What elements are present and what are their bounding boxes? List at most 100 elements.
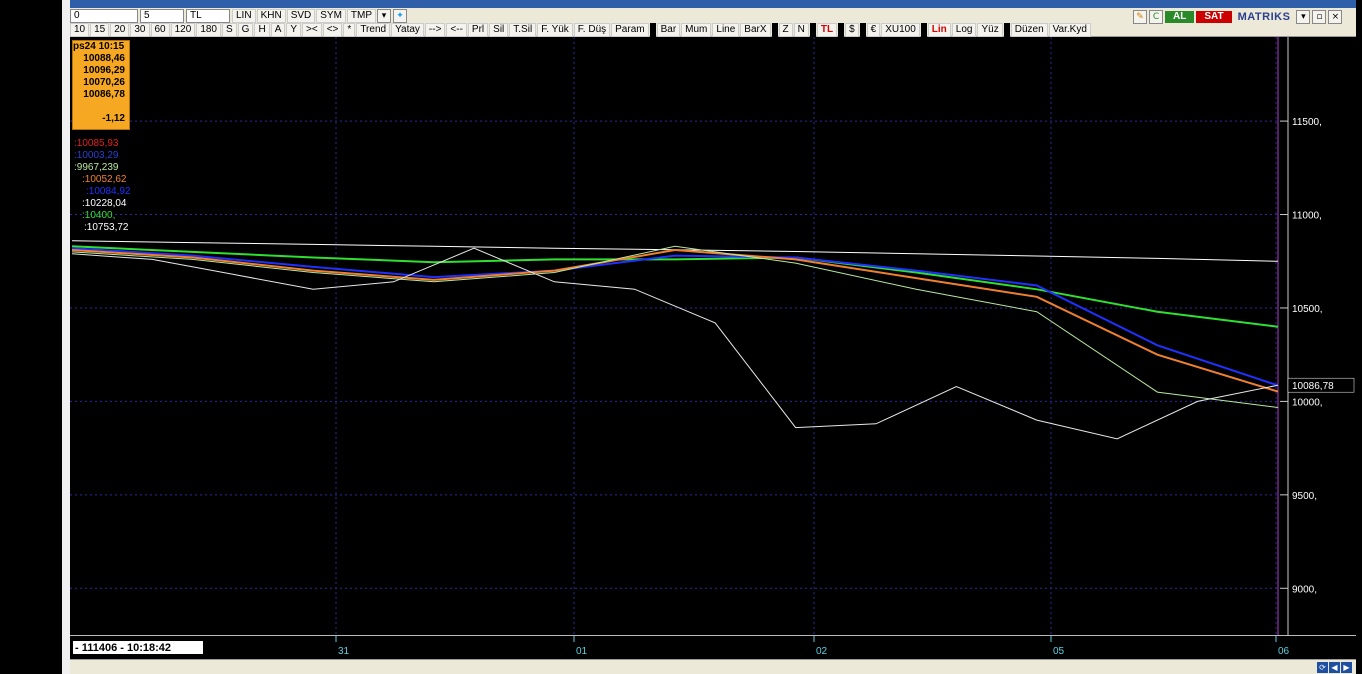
period-y[interactable]: Y [286, 22, 302, 37]
close-icon[interactable]: × [1328, 9, 1343, 24]
window-frame [62, 0, 70, 674]
tool-delete-all[interactable]: T.Sil [509, 22, 537, 37]
tool-zoom-out[interactable]: <> [322, 22, 343, 37]
series-line-3 [71, 248, 1279, 393]
dropdown-arrow-icon[interactable]: ▾ [377, 8, 392, 23]
tool-fib-down[interactable]: F. Düş [573, 22, 611, 37]
legend-entry-0: :10085,93 [74, 138, 119, 149]
tool-zoom-in[interactable]: >< [302, 22, 322, 37]
period-10[interactable]: 10 [70, 22, 90, 37]
period-20[interactable]: 20 [110, 22, 130, 37]
period-30[interactable]: 30 [130, 22, 150, 37]
separator [649, 22, 656, 37]
khn-button[interactable]: KHN [256, 8, 286, 23]
time-axis-labels: 31 01 02 05 06 [335, 636, 1290, 657]
scale-percent[interactable]: Yüz [977, 22, 1003, 37]
scroll-right-icon[interactable]: ▶ [1341, 662, 1352, 673]
close-value: 10086,78 [83, 89, 125, 100]
style-line[interactable]: Line [712, 22, 740, 37]
high-value: 10096,29 [83, 65, 125, 76]
last-price-label: 10086,78 [1292, 381, 1334, 392]
period-g[interactable]: G [237, 22, 254, 37]
scale-lin[interactable]: Lin [927, 22, 951, 37]
price-tick-label: 10000, [1292, 397, 1323, 408]
twitter-icon[interactable]: ✦ [393, 8, 408, 23]
title-strip [70, 0, 1356, 8]
tool-arrow-right[interactable]: --> [424, 22, 446, 37]
restore-icon[interactable]: ▫ [1312, 9, 1327, 24]
sym-button[interactable]: SYM [316, 8, 346, 23]
tool-param[interactable]: Param [611, 22, 649, 37]
lin-button[interactable]: LIN [232, 8, 256, 23]
legend-entry-1: :10003,29 [74, 150, 119, 161]
date-label: 02 [816, 646, 828, 657]
scale-log[interactable]: Log [951, 22, 977, 37]
price-tick-label: 11000, [1292, 211, 1322, 222]
price-tick-label: 9500, [1292, 491, 1317, 502]
status-readout: - 111406 - 10:18:42 [72, 640, 204, 655]
tool-n[interactable]: N [793, 22, 809, 37]
refresh-icon[interactable]: C [1149, 9, 1164, 24]
chart-toolbar: 0 5 TL LIN KHN SVD SYM TMP ▾ ✦ ✎ C AL SA… [70, 8, 1356, 37]
sync-icon[interactable]: ⟳ [1317, 662, 1328, 673]
currency-select[interactable]: TL [186, 8, 230, 23]
legend-entry-3: :10052,62 [82, 174, 127, 185]
index-xu100[interactable]: XU100 [881, 22, 920, 37]
chart-plot-area[interactable]: 11500, 11000, 10500, 10000, 9500, 9000, 10086,… [70, 37, 1356, 635]
tmp-button[interactable]: TMP [346, 8, 377, 23]
date-label: 31 [338, 646, 350, 657]
period-15[interactable]: 15 [90, 22, 110, 37]
tool-arrow-left[interactable]: <-- [446, 22, 467, 37]
svd-button[interactable]: SVD [286, 8, 316, 23]
right-margin [1356, 0, 1362, 674]
price-tick-label: 10500, [1292, 304, 1323, 315]
tool-edit[interactable]: Düzen [1010, 22, 1048, 37]
series-line-2 [71, 247, 1279, 387]
tool-star[interactable]: * [343, 22, 356, 37]
price-chart[interactable]: 11500, 11000, 10500, 10000, 9500, 9000, 10086,… [70, 37, 1356, 635]
time-axis: 31 01 02 05 06 [70, 635, 1356, 660]
symbol-field[interactable]: 0 [70, 8, 138, 23]
tool-save-template[interactable]: Var.Kyd [1048, 22, 1091, 37]
tool-fib-up[interactable]: F. Yük [537, 22, 573, 37]
style-bar[interactable]: Bar [656, 22, 681, 37]
separator [771, 22, 778, 37]
separator [809, 22, 816, 37]
series-line-4 [71, 245, 1279, 408]
legend-entry-4: :10084,92 [86, 186, 131, 197]
tool-z[interactable]: Z [778, 22, 793, 37]
buy-button[interactable]: AL [1165, 10, 1195, 23]
period-h[interactable]: H [254, 22, 270, 37]
separator [920, 22, 927, 37]
indicator-legend: :10085,93 :10003,29 :9967,239 :10052,62 … [74, 138, 131, 234]
toolbar-row-1: 0 5 TL LIN KHN SVD SYM TMP ▾ ✦ ✎ C AL SA… [70, 8, 1346, 24]
currency-usd[interactable]: $ [845, 22, 859, 37]
left-margin [0, 0, 62, 674]
minimize-icon[interactable]: ▾ [1296, 9, 1311, 24]
bar-time: ps24 10:15 [73, 41, 125, 52]
price-tick-label: 9000, [1292, 584, 1317, 595]
tool-parallel[interactable]: Prl [467, 22, 489, 37]
tool-icon[interactable]: ✎ [1133, 9, 1148, 24]
tool-horizontal[interactable]: Yatay [391, 22, 424, 37]
period-180[interactable]: 180 [196, 22, 221, 37]
style-candle[interactable]: Mum [681, 22, 712, 37]
price-tick-label: 11500, [1292, 117, 1322, 128]
currency-eur[interactable]: € [866, 22, 881, 37]
legend-entry-5: :10228,04 [82, 198, 127, 209]
tool-delete[interactable]: Sil [489, 22, 509, 37]
period-a[interactable]: A [270, 22, 286, 37]
style-barx[interactable]: BarX [740, 22, 771, 37]
date-label: 06 [1278, 646, 1290, 657]
sell-button[interactable]: SAT [1196, 10, 1232, 23]
period-60[interactable]: 60 [150, 22, 170, 37]
date-label: 01 [576, 646, 588, 657]
period-select[interactable]: 5 [140, 8, 184, 23]
scroll-left-icon[interactable]: ◀ [1329, 662, 1340, 673]
tool-trend[interactable]: Trend [356, 22, 391, 37]
currency-tl[interactable]: TL [816, 22, 838, 37]
change-value: -1,12 [102, 113, 125, 124]
period-s[interactable]: S [222, 22, 237, 37]
legend-entry-6: :10400, [82, 210, 116, 221]
period-120[interactable]: 120 [170, 22, 196, 37]
